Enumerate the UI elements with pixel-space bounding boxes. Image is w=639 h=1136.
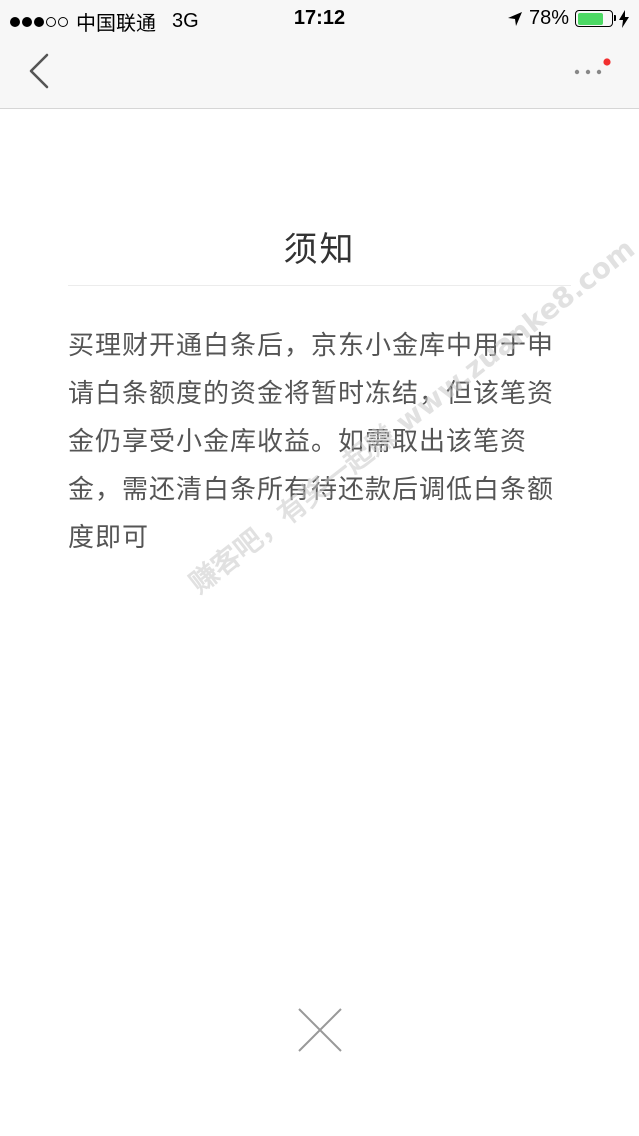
notice-title: 须知 [283, 230, 356, 270]
more-dots-icon [574, 58, 611, 75]
battery-fill [577, 12, 604, 25]
charging-bolt-icon [619, 9, 629, 28]
close-x-icon [298, 1008, 342, 1052]
battery-percent: 78% [528, 7, 569, 29]
divider [68, 285, 571, 286]
status-right: 78% [507, 7, 629, 30]
close-button[interactable] [297, 1007, 343, 1053]
notification-dot [603, 58, 611, 66]
more-button[interactable] [569, 56, 613, 86]
battery-icon [575, 10, 616, 27]
back-button[interactable] [22, 52, 62, 92]
nav-bar [0, 38, 639, 109]
chevron-left-icon [29, 53, 49, 89]
status-bar: 中国联通 3G 17:12 78% [0, 0, 639, 38]
location-arrow-icon [507, 11, 522, 26]
